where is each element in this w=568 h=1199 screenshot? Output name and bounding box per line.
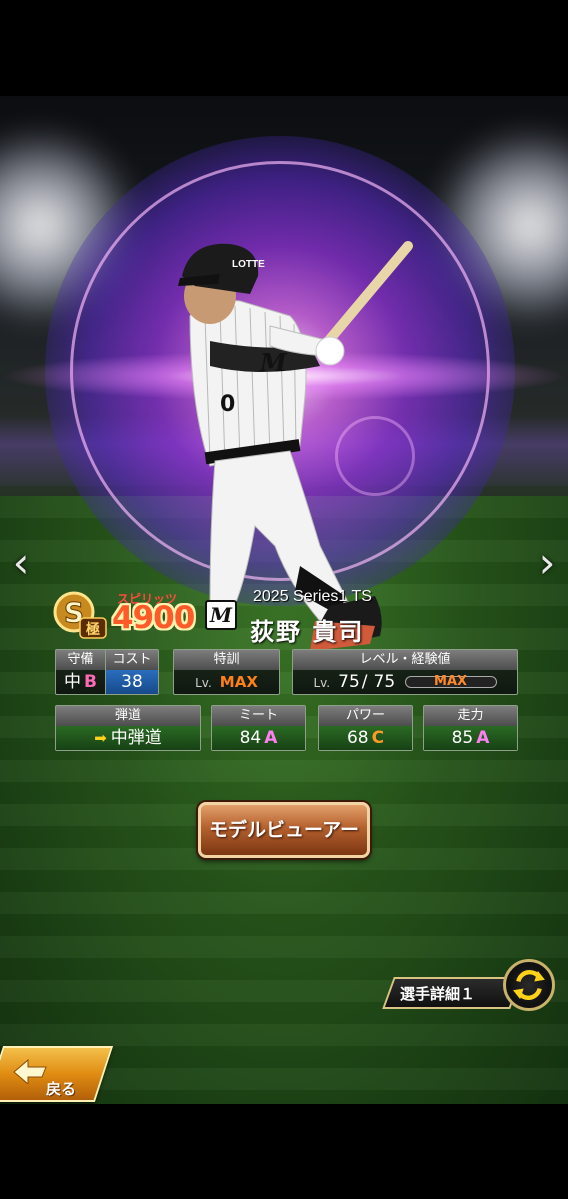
cost-value: 38 [106, 670, 158, 694]
model-viewer-button[interactable]: モデルビューアー [198, 802, 370, 858]
trajectory-box: 弾道 ➡ 中弾道 [55, 705, 201, 751]
back-arrow-icon [13, 1058, 47, 1084]
training-value: Lv. MAX [174, 670, 279, 694]
level-current: 75 [338, 672, 360, 692]
trajectory-label: 弾道 [56, 706, 200, 726]
training-label: 特訓 [174, 650, 279, 670]
speed-value: 85 [451, 728, 474, 748]
jersey-number: 0 [220, 392, 235, 417]
power-grade: C [371, 728, 385, 748]
power-label: パワー [319, 706, 412, 726]
level-max: 75 [373, 672, 396, 692]
swap-icon[interactable] [503, 959, 555, 1011]
player-figure: LOTTE M 0 [178, 241, 413, 651]
player-name: 荻野 貴司 [250, 618, 365, 646]
level-label: レベル・経験値 [293, 650, 517, 670]
speed-value-row: 85 A [424, 726, 517, 750]
player-detail-label: 選手詳細１ [400, 985, 476, 1003]
defense-label: 守備 [56, 650, 106, 670]
power-box: パワー 68 C [318, 705, 413, 751]
helmet-text: LOTTE [232, 259, 265, 270]
next-player-chevron-right-icon[interactable]: › [532, 541, 562, 585]
jersey-logo: M [259, 348, 288, 377]
previous-player-chevron-left-icon[interactable]: ‹ [6, 541, 36, 585]
speed-label: 走力 [424, 706, 517, 726]
trajectory-arrow-icon: ➡ [94, 729, 107, 747]
meet-grade: A [264, 728, 278, 748]
series-text: 2025 Series1 TS [253, 588, 372, 605]
game-screen: LOTTE M 0 ‹ › S 極 スピリッツ 4900 M 2025 Seri… [0, 0, 568, 1199]
rank-sub: 極 [86, 621, 100, 638]
level-exp-box: レベル・経験値 Lv. 75/75 MAX [292, 649, 518, 695]
speed-box: 走力 85 A [423, 705, 518, 751]
defense-cost-box: 守備 コスト 中B 38 [55, 649, 159, 695]
back-label: 戻る [46, 1080, 77, 1098]
meet-label: ミート [212, 706, 305, 726]
power-value: 68 [346, 728, 369, 748]
rank-s-badge: S 極 [53, 591, 107, 639]
defense-value: 中B [56, 670, 106, 694]
team-logo: M [205, 600, 237, 630]
spirits-value: 4900 [112, 600, 195, 636]
defense-position: 中 [64, 672, 82, 692]
speed-grade: A [476, 728, 490, 748]
level-lv: Lv. [313, 676, 331, 690]
meet-value-row: 84 A [212, 726, 305, 750]
exp-bar: MAX [404, 674, 497, 689]
trajectory-value-row: ➡ 中弾道 [56, 726, 200, 750]
meet-value: 84 [239, 728, 262, 748]
training-max: MAX [219, 673, 258, 691]
training-box: 特訓 Lv. MAX [173, 649, 280, 695]
exp-bar-label: MAX [434, 674, 468, 689]
defense-grade: B [84, 672, 97, 692]
meet-box: ミート 84 A [211, 705, 306, 751]
power-value-row: 68 C [319, 726, 412, 750]
cost-label: コスト [106, 650, 158, 670]
training-lv: Lv. [195, 676, 212, 690]
level-slash: / [361, 672, 368, 692]
level-value: Lv. 75/75 MAX [293, 670, 517, 694]
trajectory-value: 中弾道 [110, 728, 162, 748]
